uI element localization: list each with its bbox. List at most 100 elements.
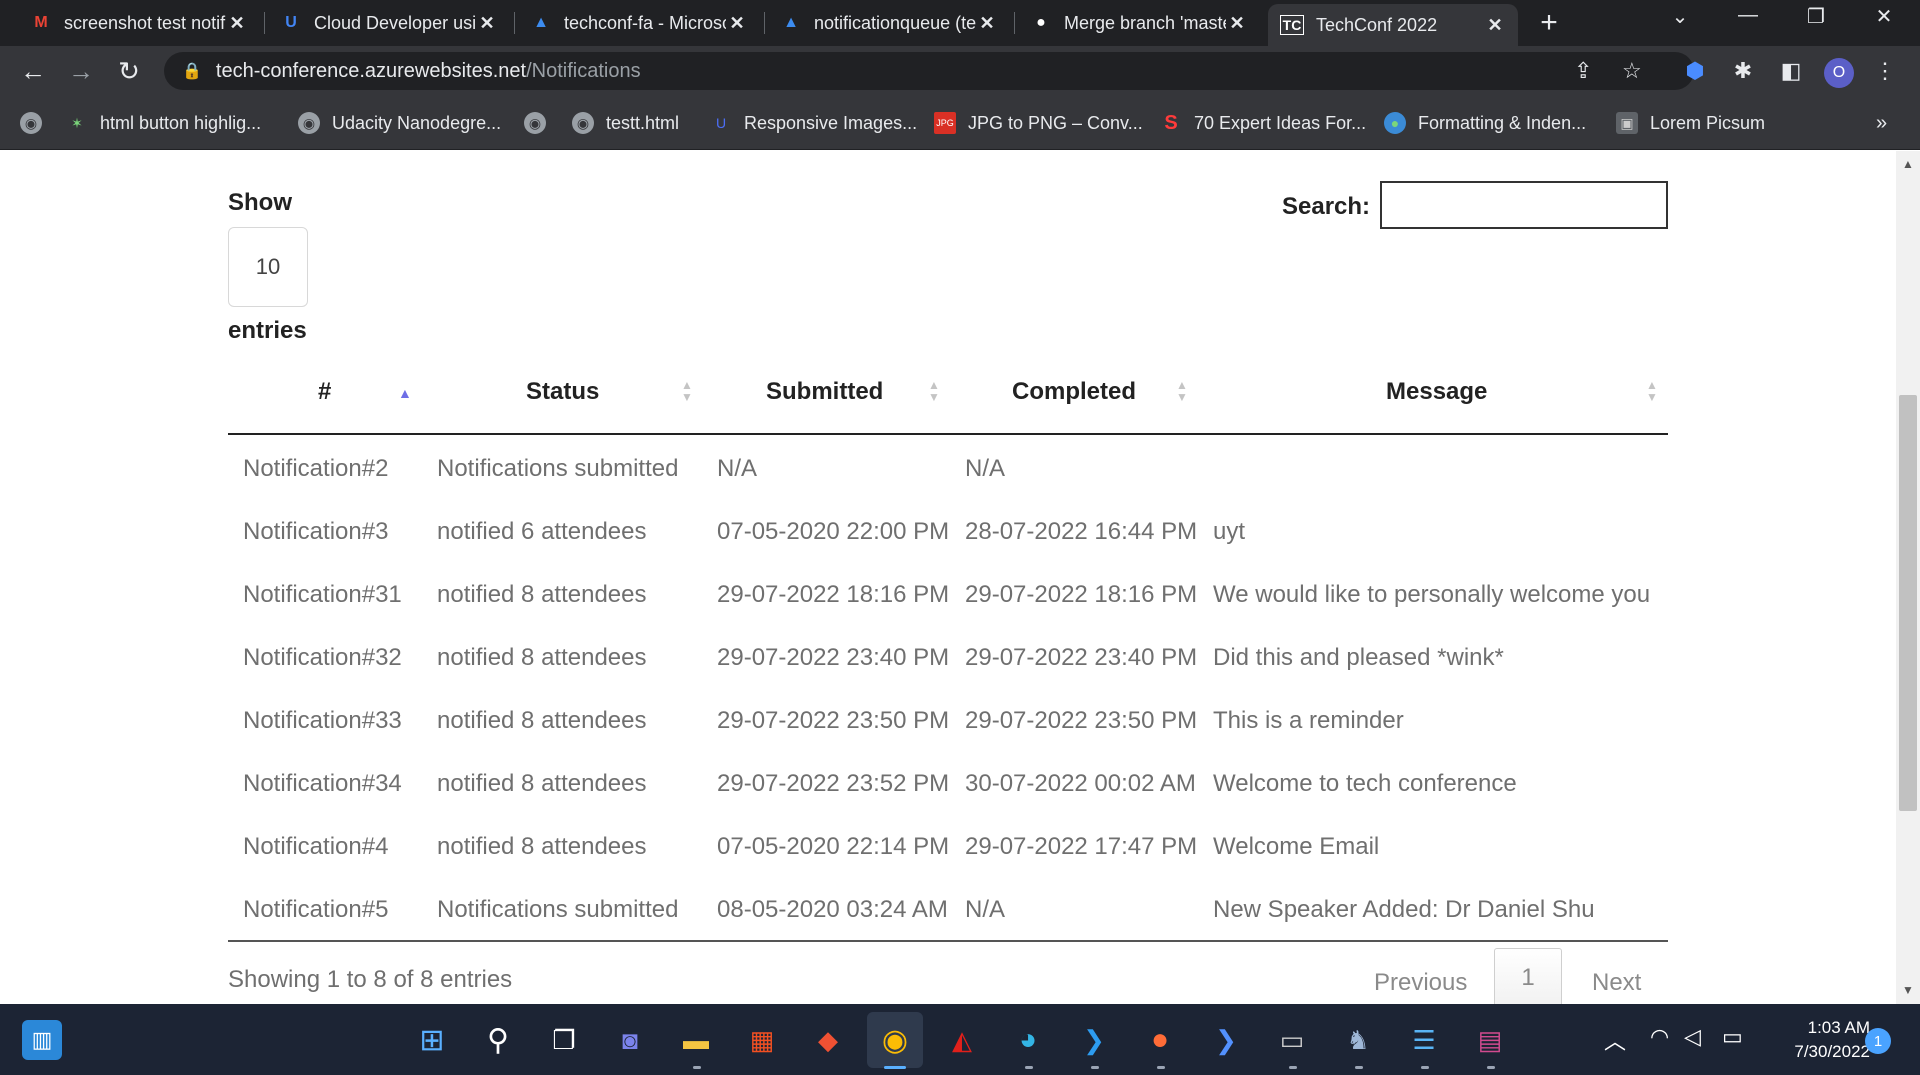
- side-panel-icon[interactable]: ◧: [1776, 56, 1806, 86]
- bookmark-formatting[interactable]: ● Formatting & Inden...: [1384, 110, 1586, 136]
- teams-chat-icon[interactable]: ◙: [610, 1020, 650, 1060]
- back-button[interactable]: ←: [16, 54, 50, 88]
- notification-badge[interactable]: 1: [1865, 1028, 1891, 1054]
- task-view-icon[interactable]: ❐: [544, 1020, 584, 1060]
- tab-udacity[interactable]: U Cloud Developer using Microsoft Azure …: [268, 4, 510, 42]
- bookmark-jpg-png[interactable]: JPG JPG to PNG – Conv...: [934, 110, 1143, 136]
- bookmark-udacity[interactable]: ◉ Udacity Nanodegre...: [298, 110, 501, 136]
- page-length-select[interactable]: 10: [228, 227, 308, 307]
- bookmark-testt[interactable]: ◉ testt.html: [572, 110, 679, 136]
- previous-page-button[interactable]: Previous: [1374, 969, 1467, 997]
- reload-button[interactable]: ↻: [112, 54, 146, 88]
- winrar-icon[interactable]: ▤: [1470, 1020, 1510, 1060]
- close-icon[interactable]: ✕: [476, 13, 498, 34]
- close-window-icon[interactable]: ✕: [1864, 4, 1904, 29]
- tab-search-icon[interactable]: ⌄: [1660, 4, 1700, 29]
- column-header-completed[interactable]: Completed: [1012, 349, 1136, 435]
- tab-gmail[interactable]: M screenshot test notification ✕: [18, 4, 260, 42]
- git-icon[interactable]: ◆: [808, 1020, 848, 1060]
- cell-submitted: 29-07-2022 23:40 PM: [717, 643, 950, 671]
- store-icon[interactable]: ▦: [742, 1020, 782, 1060]
- vscode-icon[interactable]: ❯: [1074, 1020, 1114, 1060]
- cell-id: Notification#5: [243, 895, 389, 923]
- file-explorer-icon[interactable]: ▬: [676, 1020, 716, 1060]
- forward-button[interactable]: →: [64, 54, 98, 88]
- bookmark-70-ideas[interactable]: S 70 Expert Ideas For...: [1160, 110, 1366, 136]
- column-header-submitted[interactable]: Submitted: [766, 349, 883, 435]
- cell-message: uyt: [1213, 517, 1246, 545]
- acrobat-icon[interactable]: ◭: [942, 1020, 982, 1060]
- globe-icon: ◉: [298, 112, 320, 134]
- bookmark-html-button[interactable]: ✶ html button highlig...: [66, 110, 261, 136]
- cell-submitted: 07-05-2020 22:14 PM: [717, 832, 950, 860]
- extension-shield-icon[interactable]: ⬢: [1680, 56, 1710, 86]
- scrollbar-thumb[interactable]: [1899, 395, 1917, 811]
- tray-overflow-icon[interactable]: ︿: [1604, 1024, 1626, 1056]
- tab-github[interactable]: ● Merge branch 'master' ✕: [1018, 4, 1260, 42]
- minimize-icon[interactable]: —: [1728, 4, 1768, 27]
- column-header-status[interactable]: Status: [526, 349, 599, 435]
- search-input[interactable]: [1380, 181, 1668, 229]
- close-icon[interactable]: ✕: [1484, 15, 1506, 36]
- tab-azure-fa[interactable]: ▲ techconf-fa - Microsoft Azure ✕: [518, 4, 760, 42]
- close-icon[interactable]: ✕: [1226, 13, 1248, 34]
- start-icon[interactable]: ⊞: [412, 1020, 452, 1060]
- current-page-button[interactable]: 1: [1494, 948, 1562, 1004]
- new-tab-button[interactable]: +: [1534, 6, 1564, 40]
- powershell-icon[interactable]: ❯: [1206, 1020, 1246, 1060]
- widgets-icon[interactable]: ▥: [22, 1020, 62, 1060]
- table-header: # ▲ Status ▲ ▼ Submitted ▲ ▼ Completed ▲ ▼ …: [228, 349, 1668, 435]
- notepad-icon[interactable]: ☰: [1404, 1020, 1444, 1060]
- tab-azure-queue[interactable]: ▲ notificationqueue (techconf) ✕: [768, 4, 1010, 42]
- cell-id: Notification#4: [243, 832, 389, 860]
- search-icon[interactable]: ⚲: [478, 1020, 518, 1060]
- close-icon[interactable]: ✕: [226, 13, 248, 34]
- bookmark-lorem-picsum[interactable]: ▣ Lorem Picsum: [1616, 110, 1765, 136]
- cell-submitted: 08-05-2020 03:24 AM: [717, 895, 948, 923]
- udacity-icon: U: [715, 115, 727, 131]
- bookmark-responsive-images[interactable]: U Responsive Images...: [710, 110, 917, 136]
- vertical-scrollbar[interactable]: ▲ ▼: [1896, 151, 1920, 1004]
- next-page-button[interactable]: Next: [1592, 969, 1641, 997]
- cell-submitted: 07-05-2020 22:00 PM: [717, 517, 950, 545]
- cell-completed: 29-07-2022 23:50 PM: [965, 706, 1198, 734]
- profile-avatar[interactable]: O: [1824, 58, 1854, 88]
- extensions-puzzle-icon[interactable]: ✱: [1728, 56, 1758, 86]
- more-bookmarks-button[interactable]: »: [1876, 110, 1887, 136]
- cell-submitted: N/A: [717, 454, 758, 482]
- wifi-icon[interactable]: ◠: [1650, 1024, 1669, 1050]
- column-header-message[interactable]: Message: [1386, 349, 1487, 435]
- share-icon[interactable]: ⇪: [1574, 58, 1592, 84]
- tab-techconf[interactable]: TC TechConf 2022 ✕: [1268, 4, 1518, 46]
- edge-icon[interactable]: ◕: [1008, 1020, 1048, 1060]
- picsum-icon: ▣: [1616, 112, 1638, 134]
- postgres-icon[interactable]: ♞: [1338, 1020, 1378, 1060]
- scroll-down-arrow-icon[interactable]: ▼: [1902, 983, 1914, 997]
- volume-icon[interactable]: ◁: [1684, 1024, 1701, 1050]
- clock[interactable]: 1:03 AM 7/30/2022: [1760, 1016, 1870, 1064]
- terminal-icon[interactable]: ▭: [1272, 1020, 1312, 1060]
- cell-id: Notification#31: [243, 580, 402, 608]
- entries-label: entries: [228, 317, 307, 344]
- menu-kebab-icon[interactable]: ⋮: [1870, 56, 1900, 86]
- bookmark-star-icon[interactable]: ☆: [1622, 58, 1642, 84]
- lock-icon[interactable]: 🔒: [182, 61, 202, 81]
- scroll-up-arrow-icon[interactable]: ▲: [1902, 157, 1914, 171]
- close-icon[interactable]: ✕: [726, 13, 748, 34]
- battery-icon[interactable]: ▭: [1722, 1024, 1743, 1050]
- bookmark-globe[interactable]: ◉: [20, 110, 54, 136]
- bookmark-label: html button highlig...: [100, 112, 262, 133]
- chrome-icon[interactable]: ◉: [875, 1020, 915, 1060]
- table-row: Notification#5 Notifications submitted 0…: [228, 878, 1668, 941]
- cell-completed: 29-07-2022 17:47 PM: [965, 832, 1198, 860]
- url-host: tech-conference.azurewebsites.net: [215, 59, 527, 82]
- tab-title: techconf-fa - Microsoft Azure: [564, 12, 726, 33]
- bookmark-globe-2[interactable]: ◉: [524, 110, 558, 136]
- close-icon[interactable]: ✕: [976, 13, 998, 34]
- cell-status: notified 8 attendees: [437, 832, 647, 860]
- address-bar[interactable]: 🔒 tech-conference.azurewebsites.net /Not…: [164, 52, 1694, 90]
- column-header-number[interactable]: #: [318, 349, 331, 435]
- tab-title: screenshot test notification: [64, 12, 226, 33]
- postman-icon[interactable]: ●: [1140, 1020, 1180, 1060]
- restore-icon[interactable]: ❐: [1796, 4, 1836, 29]
